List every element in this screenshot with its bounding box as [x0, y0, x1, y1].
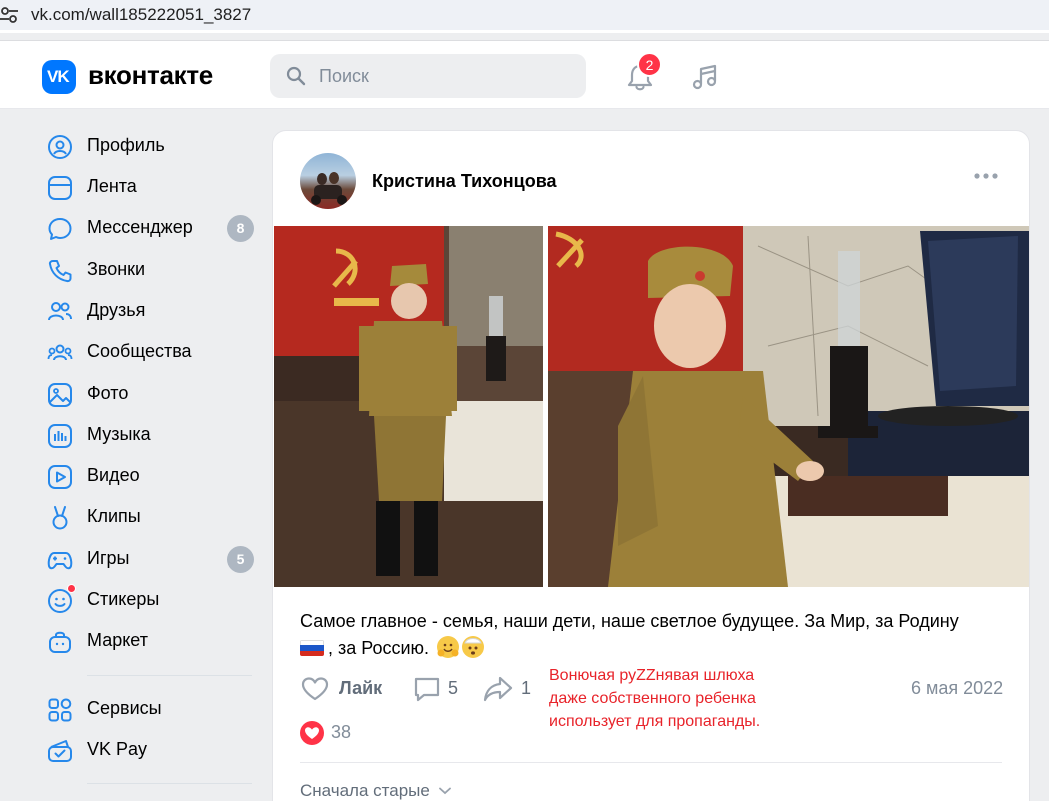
sidebar-item-feed[interactable]: Лента: [40, 167, 265, 205]
games-icon: [47, 552, 73, 570]
sidebar-item-label: Мессенджер: [87, 217, 193, 237]
search-input[interactable]: Поиск: [270, 54, 586, 98]
heart-filled-icon: [300, 721, 324, 745]
hugging-face-emoji-icon: [437, 636, 460, 658]
sidebar-item-label: Профиль: [87, 135, 165, 155]
comment-button[interactable]: 5: [412, 674, 467, 704]
sidebar-divider: [87, 783, 252, 784]
unread-badge: 8: [227, 215, 254, 242]
post-card: Кристина Тихонцова Самое главное - семья…: [272, 130, 1030, 801]
sidebar-item-clips[interactable]: Клипы: [40, 497, 265, 535]
phone-icon: [48, 260, 72, 283]
russia-flag-icon: [300, 640, 324, 656]
sidebar-item-label: Сообщества: [87, 341, 192, 361]
new-indicator-dot: [67, 584, 76, 593]
shares-count: 1: [521, 678, 532, 698]
messenger-icon: [48, 218, 72, 240]
profile-icon: [48, 135, 72, 159]
sidebar-item-messenger[interactable]: Мессенджер 8: [40, 208, 265, 246]
site-settings-icon[interactable]: [0, 5, 18, 25]
video-icon: [48, 465, 72, 489]
friends-icon: [48, 302, 72, 321]
sidebar-item-friends[interactable]: Друзья: [40, 291, 265, 329]
sidebar-item-label: Фото: [87, 383, 129, 403]
search-icon: [286, 66, 306, 86]
share-button[interactable]: 1: [483, 674, 543, 704]
services-icon: [48, 698, 72, 722]
exploding-head-emoji-icon: [462, 636, 485, 658]
annotation-line: даже собственного ребенка: [549, 690, 756, 707]
post-photo[interactable]: [274, 226, 543, 587]
sidebar-item-games[interactable]: Игры 5: [40, 539, 265, 577]
sidebar-item-label: Сервисы: [87, 698, 162, 718]
url-text[interactable]: vk.com/wall185222051_3827: [31, 5, 251, 25]
annotation-overlay: Вонючая руZZнявая шлюха даже собственног…: [549, 664, 760, 733]
author-avatar[interactable]: [300, 153, 356, 209]
clips-icon: [52, 506, 68, 530]
sidebar-item-photo[interactable]: Фото: [40, 374, 265, 412]
comments-divider: [300, 762, 1002, 763]
market-icon: [49, 631, 71, 653]
sidebar-item-services[interactable]: Сервисы: [40, 689, 265, 727]
photo-icon: [48, 383, 72, 407]
vk-logo-icon[interactable]: VK: [42, 60, 76, 94]
sidebar-item-profile[interactable]: Профиль: [40, 126, 265, 164]
music-note-icon[interactable]: [690, 62, 720, 92]
sidebar-item-label: Лента: [87, 176, 137, 196]
sidebar-item-communities[interactable]: Сообщества: [40, 332, 265, 370]
more-options-icon[interactable]: [973, 171, 999, 181]
like-label: Лайк: [339, 678, 383, 698]
post-text-part1: Самое главное - семья, наши дети, наше с…: [300, 611, 959, 631]
search-placeholder: Поиск: [319, 66, 369, 86]
browser-address-bar: vk.com/wall185222051_3827: [0, 0, 1049, 33]
sidebar-item-label: Маркет: [87, 630, 148, 650]
annotation-line: использует для пропаганды.: [549, 713, 761, 730]
heart-outline-icon: [301, 677, 329, 701]
communities-icon: [47, 344, 73, 361]
post-author-name[interactable]: Кристина Тихонцова: [372, 171, 557, 192]
photo-child-seated: [548, 226, 1029, 587]
sidebar-item-video[interactable]: Видео: [40, 456, 265, 494]
sidebar-item-label: Видео: [87, 465, 140, 485]
sidebar-item-label: Игры: [87, 548, 130, 568]
vkpay-icon: [48, 740, 72, 762]
sidebar-item-market[interactable]: Маркет: [40, 621, 265, 659]
sidebar-divider: [87, 675, 252, 676]
photo-child-standing: [274, 226, 543, 587]
post-date[interactable]: 6 мая 2022: [911, 678, 1003, 699]
site-header: VK вконтакте Поиск: [0, 41, 1049, 109]
sort-label: Сначала старые: [300, 781, 430, 800]
sidebar-item-label: Друзья: [87, 300, 146, 320]
comment-icon: [414, 677, 440, 702]
sidebar-item-stickers[interactable]: Стикеры: [40, 580, 265, 618]
sidebar-item-music[interactable]: Музыка: [40, 415, 265, 453]
comments-count: 5: [448, 678, 459, 698]
sidebar-item-vkpay[interactable]: VK Pay: [40, 730, 265, 768]
sidebar-item-calls[interactable]: Звонки: [40, 250, 265, 288]
games-badge: 5: [227, 546, 254, 573]
logo-text[interactable]: вконтакте: [88, 60, 213, 91]
likes-count: 38: [331, 722, 352, 742]
share-icon: [483, 676, 513, 702]
notifications-badge: 2: [637, 52, 662, 77]
chevron-down-icon: [438, 787, 451, 795]
sidebar-item-label: Звонки: [87, 259, 146, 279]
music-icon: [48, 424, 72, 448]
avatar-image: [311, 172, 347, 205]
sidebar-item-label: Стикеры: [87, 589, 160, 609]
annotation-line: Вонючая руZZнявая шлюха: [549, 667, 755, 684]
post-text: Самое главное - семья, наши дети, наше с…: [300, 608, 1010, 662]
like-button[interactable]: Лайк: [300, 674, 390, 704]
feed-icon: [48, 176, 72, 200]
post-text-part2: , за Россию.: [328, 638, 430, 658]
sidebar-item-label: Клипы: [87, 506, 141, 526]
comments-sort-dropdown[interactable]: Сначала старые: [300, 781, 451, 801]
post-photo[interactable]: [548, 226, 1029, 587]
sidebar-item-label: VK Pay: [87, 739, 148, 759]
sidebar-item-label: Музыка: [87, 424, 151, 444]
